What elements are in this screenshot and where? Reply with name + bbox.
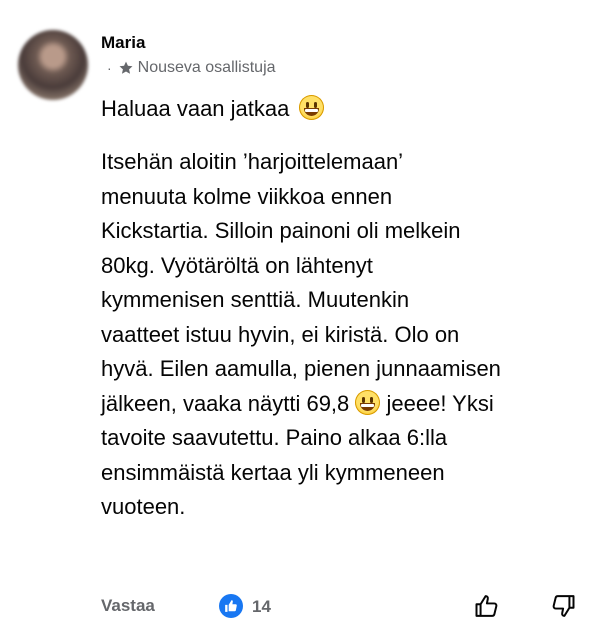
- author-name[interactable]: Maria: [101, 33, 145, 53]
- comment-body: Itsehän aloitin ’harjoittelemaan’ menuut…: [101, 145, 571, 525]
- grinning-squinting-face-icon: [299, 95, 325, 120]
- comment-actions: Vastaa 14: [0, 592, 600, 622]
- avatar[interactable]: [18, 30, 88, 100]
- like-count[interactable]: 14: [252, 597, 271, 617]
- thumbs-up-icon[interactable]: [219, 594, 243, 618]
- contributor-badge: · Nouseva osallistuja: [107, 59, 276, 77]
- thumbs-up-outline-icon[interactable]: [473, 592, 501, 620]
- separator-dot: ·: [107, 60, 112, 76]
- reply-button[interactable]: Vastaa: [101, 596, 155, 616]
- headline-text: Haluaa vaan jatkaa: [101, 96, 290, 121]
- grinning-face-icon: [355, 389, 381, 415]
- badge-label: Nouseva osallistuja: [137, 59, 276, 76]
- comment-headline: Haluaa vaan jatkaa: [101, 94, 325, 124]
- body-text-part1: Itsehän aloitin ’harjoittelemaan’ menuut…: [101, 149, 501, 416]
- star-icon: [119, 61, 133, 74]
- thumbs-down-outline-icon[interactable]: [549, 592, 577, 620]
